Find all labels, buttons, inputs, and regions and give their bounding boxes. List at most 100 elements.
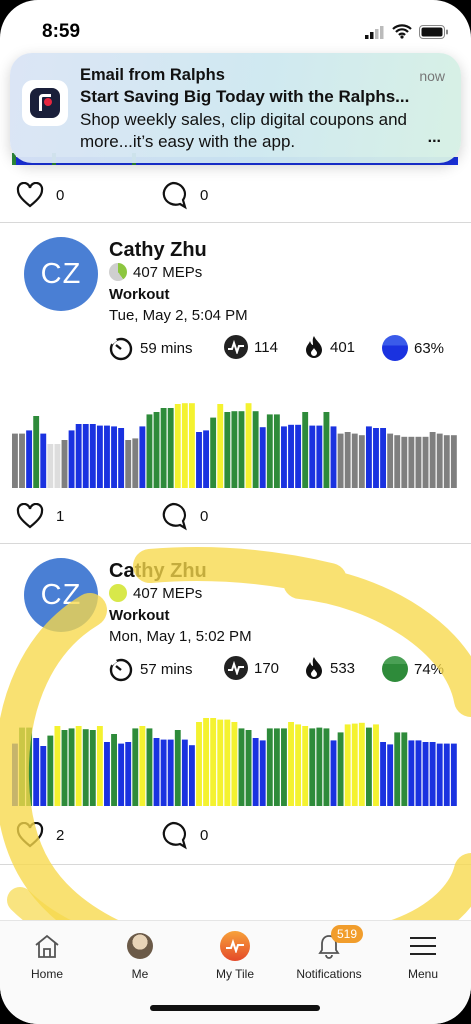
- activity-date: Mon, May 1, 5:02 PM: [109, 628, 252, 645]
- heart-icon: [16, 822, 44, 848]
- activity-type: Workout: [109, 607, 170, 624]
- zone-bar: [153, 738, 160, 806]
- zone-bar: [323, 728, 330, 806]
- zone-bar: [132, 438, 139, 488]
- zone-bar: [380, 428, 387, 488]
- profile-avatar-icon: [127, 933, 153, 959]
- zone-bar: [330, 740, 337, 806]
- zone-bar: [19, 727, 25, 806]
- zone-bar: [196, 722, 202, 806]
- zone-bar: [266, 728, 273, 806]
- zone-bar: [210, 718, 217, 806]
- zone-bar: [259, 427, 266, 488]
- like-button[interactable]: 1: [16, 503, 64, 529]
- effort-value: 74%: [414, 660, 445, 678]
- zone-bar: [146, 728, 153, 806]
- calories-value: 401: [330, 338, 356, 356]
- workout-stats: 57 mins 170 533 74%: [108, 656, 453, 686]
- zone-bar: [125, 742, 132, 806]
- timer-icon: [109, 337, 133, 361]
- avatar[interactable]: CZ: [24, 558, 98, 632]
- comment-bubble-icon: [162, 821, 187, 850]
- heart-rate-value: 114: [254, 338, 278, 356]
- tab-home[interactable]: Home: [2, 931, 92, 981]
- zone-bar: [188, 403, 195, 488]
- zone-bar: [252, 411, 259, 488]
- comment-button[interactable]: 0: [158, 180, 208, 210]
- zone-bar: [224, 719, 231, 806]
- zone-bar: [266, 414, 273, 488]
- zone-bar: [344, 724, 351, 806]
- tab-my-tile[interactable]: My Tile: [190, 931, 280, 981]
- avatar-initials: CZ: [40, 578, 82, 611]
- zone-bar: [82, 424, 89, 488]
- tab-notifications[interactable]: 519 Notifications: [284, 925, 374, 981]
- zone-bar: [429, 432, 436, 488]
- zone-bar: [443, 435, 450, 488]
- zone-bar: [12, 743, 18, 806]
- battery-icon: [419, 24, 448, 39]
- zone-bar: [104, 742, 110, 806]
- push-notification-banner[interactable]: Email from Ralphs now Start Saving Big T…: [10, 53, 461, 163]
- user-name[interactable]: Cathy Zhu: [109, 239, 207, 262]
- zone-bar: [358, 722, 365, 806]
- activity-type: Workout: [109, 286, 170, 303]
- previous-post-actions: 0 0: [0, 175, 471, 215]
- zone-bar: [181, 403, 188, 488]
- zone-bar: [422, 436, 429, 488]
- zone-bar: [408, 740, 415, 806]
- zone-bar: [167, 408, 174, 488]
- user-name[interactable]: Cathy Zhu: [109, 560, 207, 583]
- zone-bar: [422, 742, 429, 806]
- like-button[interactable]: 0: [16, 182, 64, 208]
- zone-bar: [118, 743, 125, 806]
- zone-bar: [61, 730, 68, 806]
- zone-bar: [408, 436, 415, 488]
- zone-bar: [238, 411, 245, 488]
- duration-value: 57 mins: [140, 660, 193, 678]
- status-icons: [365, 24, 449, 39]
- zone-bar: [316, 727, 323, 806]
- zone-bar: [387, 433, 394, 488]
- duration-value: 59 mins: [140, 339, 193, 357]
- flame-icon: [306, 336, 322, 358]
- zone-bar: [415, 740, 422, 806]
- zone-bar: [33, 738, 40, 806]
- hamburger-menu-icon: [410, 937, 436, 955]
- duration-stat: 59 mins: [108, 335, 193, 361]
- like-count: 2: [56, 826, 65, 844]
- calories-value: 533: [330, 659, 356, 677]
- timer-icon: [109, 658, 133, 682]
- avatar-initials: CZ: [40, 257, 82, 290]
- workout-stats: 59 mins 114 401 63%: [108, 335, 453, 365]
- heart-zone-chart: [12, 718, 457, 806]
- zone-bar: [443, 743, 450, 806]
- like-button[interactable]: 2: [16, 822, 64, 848]
- zone-bar: [365, 727, 372, 806]
- zone-bar: [33, 416, 40, 488]
- zone-bar: [231, 411, 238, 488]
- comment-button[interactable]: 0: [158, 501, 208, 531]
- notification-body: Shop weekly sales, clip digital coupons …: [80, 110, 407, 151]
- zone-bar: [245, 403, 252, 488]
- notification-time: now: [419, 68, 445, 84]
- workout-post[interactable]: CZ Cathy Zhu 407 MEPs Workout Mon, May 1…: [0, 544, 471, 864]
- zone-bar: [12, 433, 18, 488]
- notification-more[interactable]: ...: [428, 129, 441, 147]
- effort-zone-icon: [382, 335, 408, 361]
- my-tile-icon: [220, 931, 250, 961]
- home-indicator[interactable]: [150, 1005, 320, 1011]
- heart-rate-icon: [224, 656, 248, 680]
- zone-bar: [387, 744, 394, 806]
- zone-bar: [401, 732, 408, 806]
- zone-bar: [139, 426, 146, 488]
- avatar[interactable]: CZ: [24, 237, 98, 311]
- comment-button[interactable]: 0: [158, 820, 208, 850]
- workout-post[interactable]: CZ Cathy Zhu 407 MEPs Workout Tue, May 2…: [0, 223, 471, 543]
- zone-bar: [217, 719, 224, 806]
- tab-me[interactable]: Me: [95, 931, 185, 981]
- zone-bar: [47, 735, 54, 806]
- heart-icon: [16, 503, 44, 529]
- tab-menu[interactable]: Menu: [378, 931, 468, 981]
- zone-bar: [358, 435, 365, 488]
